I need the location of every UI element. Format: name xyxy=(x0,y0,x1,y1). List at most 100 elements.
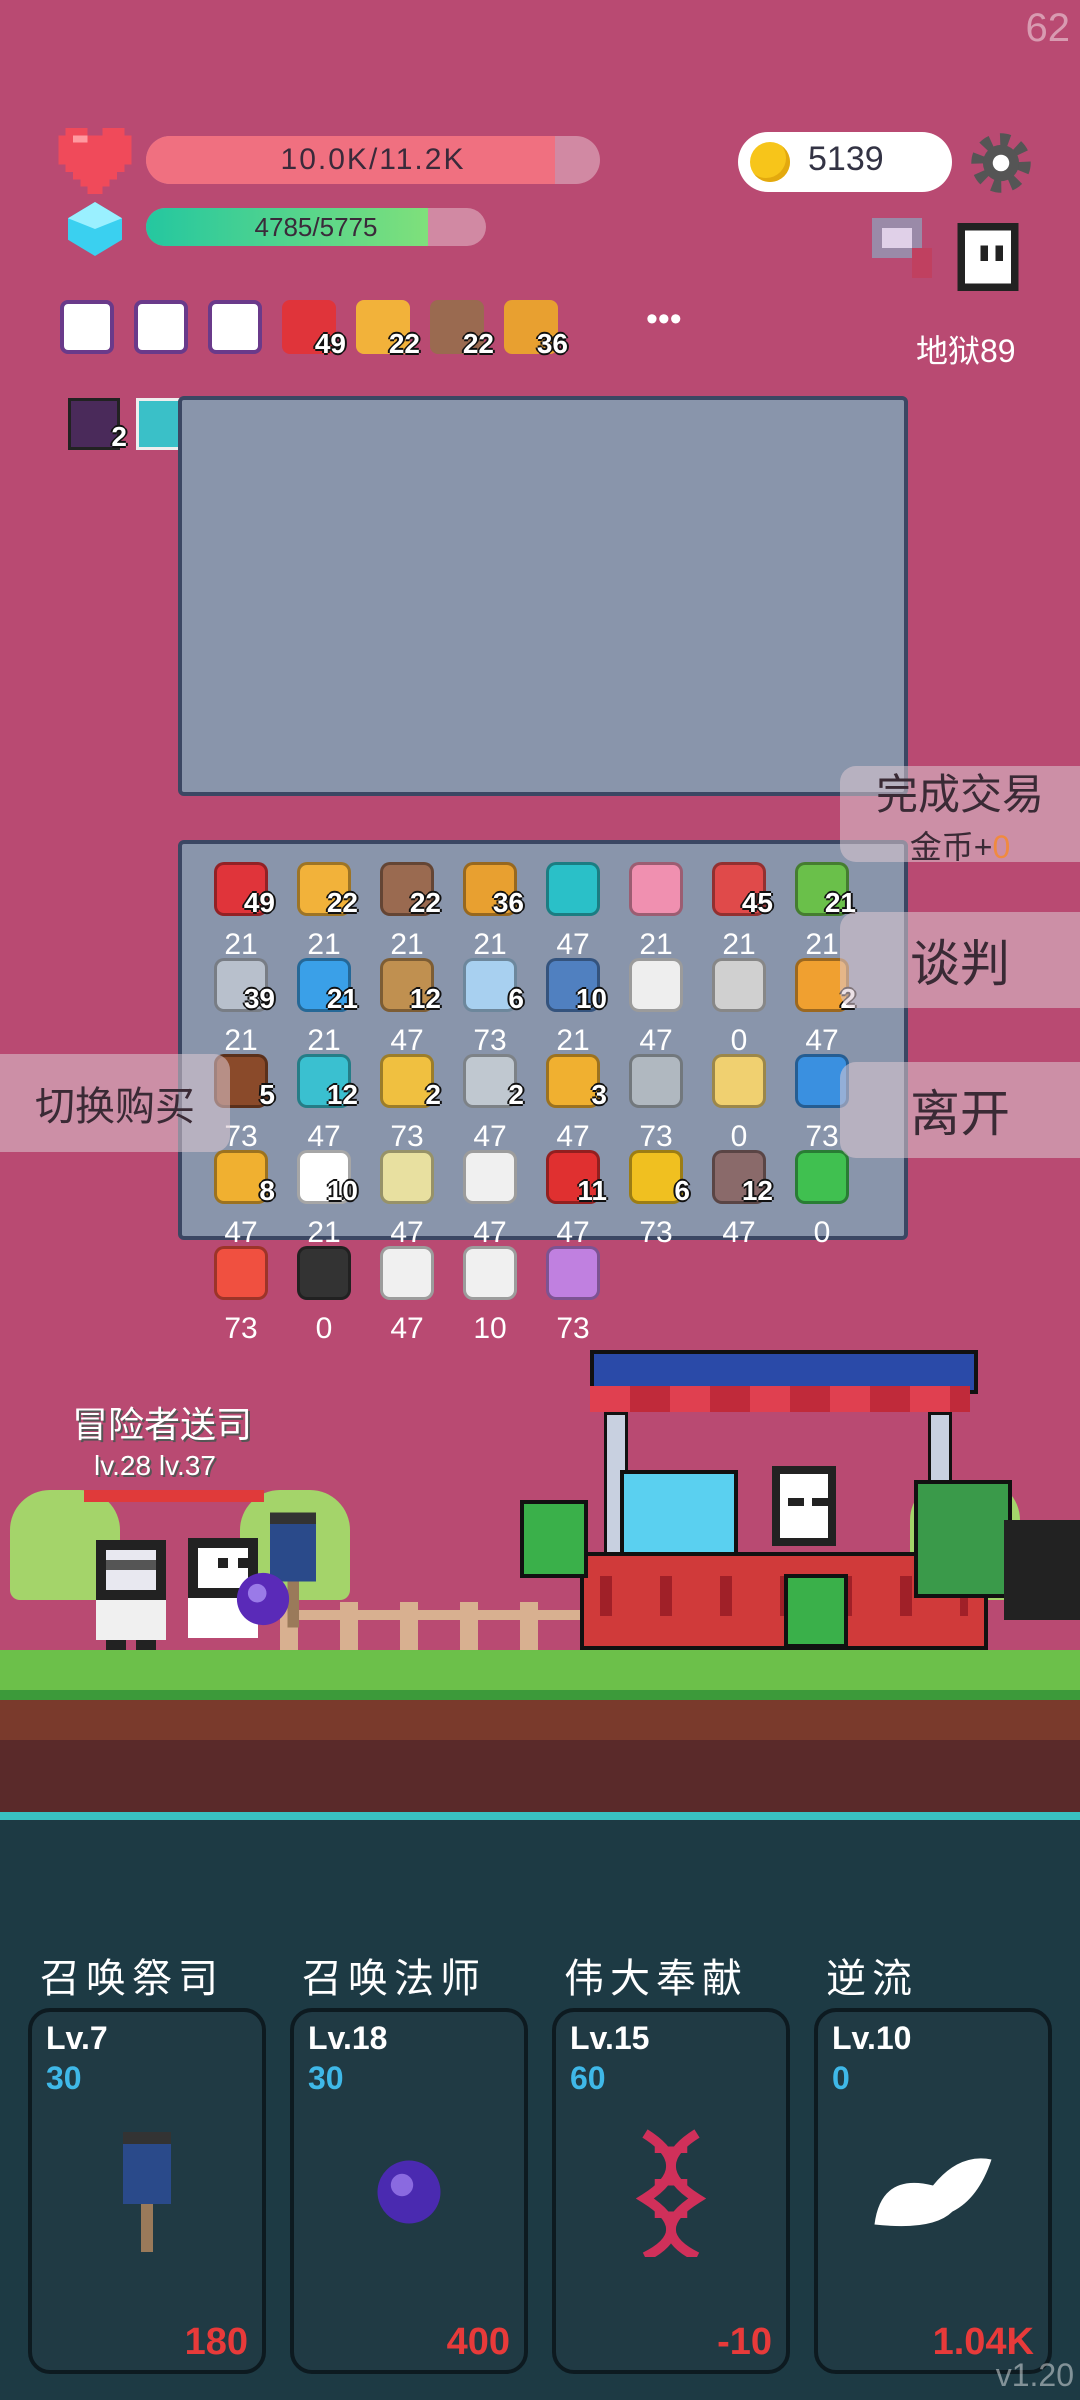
gold-reward-prefix: 金币+ xyxy=(909,828,993,865)
gold-reward-value: 0 xyxy=(992,828,1011,865)
item-price: 47 xyxy=(639,1024,673,1057)
bat-icon xyxy=(297,1246,351,1300)
watermelon-icon: 45 xyxy=(712,862,773,918)
shop-item[interactable]: 6 73 xyxy=(455,958,525,1058)
skill-value: 400 xyxy=(446,2321,510,2363)
shop-item[interactable]: 73 xyxy=(538,1246,608,1346)
item-count: 11 xyxy=(577,1175,607,1206)
item-price: 47 xyxy=(473,1216,507,1249)
beer-icon: 22 xyxy=(297,862,358,918)
item-count: 2 xyxy=(425,1079,441,1110)
negotiate-button[interactable]: 谈判 xyxy=(840,912,1080,1008)
axe-icon: 2 xyxy=(463,1054,524,1110)
skill-value: 180 xyxy=(184,2321,248,2363)
water-surface xyxy=(0,1812,1080,1820)
item-count: 8 xyxy=(259,1175,275,1206)
shop-item[interactable]: 12 47 xyxy=(372,958,442,1058)
switch-buy-button[interactable]: 切换购买 xyxy=(0,1054,230,1152)
item-count: 49 xyxy=(243,887,275,918)
mace-icon xyxy=(712,958,766,1012)
flower-icon: 10 xyxy=(297,1150,358,1206)
shop-item[interactable]: 0 xyxy=(787,1150,857,1250)
shop-item[interactable]: 0 xyxy=(704,1054,774,1154)
compass-icon xyxy=(629,1054,683,1108)
item-price: 21 xyxy=(224,1024,258,1057)
item-count: 45 xyxy=(741,887,773,918)
leave-button[interactable]: 离开 xyxy=(840,1062,1080,1158)
item-price: 21 xyxy=(307,928,341,961)
shop-item[interactable]: 6 73 xyxy=(621,1150,691,1250)
shop-item[interactable]: 12 47 xyxy=(704,1150,774,1250)
item-price: 73 xyxy=(556,1312,590,1345)
skill-card[interactable]: Lv.7 30 180 xyxy=(28,2008,266,2374)
item-price: 47 xyxy=(805,1024,839,1057)
party-hp-bar xyxy=(84,1490,264,1502)
cart-sign-left xyxy=(520,1500,588,1578)
pineapple-icon: 8 xyxy=(214,1150,275,1206)
shop-item[interactable]: 3 47 xyxy=(538,1054,608,1154)
skill-name-row: 召唤祭司 召唤法师 伟大奉献 逆流 xyxy=(0,1946,1080,2006)
shop-item[interactable]: 2 73 xyxy=(372,1054,442,1154)
item-count: 10 xyxy=(326,1175,358,1206)
shop-item[interactable]: 73 xyxy=(621,1054,691,1154)
dice-icon xyxy=(463,1246,517,1300)
shop-item[interactable]: 47 xyxy=(372,1150,442,1250)
skill-card[interactable]: Lv.18 30 400 xyxy=(290,2008,528,2374)
shop-item[interactable]: 10 21 xyxy=(538,958,608,1058)
item-price: 21 xyxy=(307,1024,341,1057)
skill-card-row: Lv.7 30 180 Lv.18 30 400 Lv.15 60 -10 Lv.10 0 1.04K xyxy=(0,2008,1080,2380)
sword-icon: 39 xyxy=(214,958,275,1014)
shop-item[interactable]: 39 21 xyxy=(206,958,276,1058)
banner-icon xyxy=(32,2112,262,2272)
cards-icon xyxy=(629,958,683,1012)
shop-item[interactable]: 49 21 xyxy=(206,862,276,962)
skill-card[interactable]: Lv.15 60 -10 xyxy=(552,2008,790,2374)
item-count: 39 xyxy=(243,983,275,1014)
item-count: 2 xyxy=(508,1079,524,1110)
speech-bubble-icon: 21 xyxy=(297,958,358,1014)
shop-item[interactable]: 73 xyxy=(206,1246,276,1346)
scroll-icon: 3 xyxy=(546,1054,607,1110)
party-level-label: lv.28 lv.37 xyxy=(94,1450,216,1481)
item-count: 3 xyxy=(591,1079,607,1110)
skill-name: 逆流 xyxy=(826,1957,918,2001)
shop-item[interactable]: 45 21 xyxy=(704,862,774,962)
shop-item[interactable]: 47 xyxy=(455,1150,525,1250)
apple-icon: 49 xyxy=(214,862,275,918)
potion-icon: 21 xyxy=(795,862,856,918)
shop-item[interactable]: 10 xyxy=(455,1246,525,1346)
item-price: 21 xyxy=(473,928,507,961)
shop-item[interactable]: 11 47 xyxy=(538,1150,608,1250)
shop-item[interactable]: 0 xyxy=(704,958,774,1058)
shop-item[interactable]: 0 xyxy=(289,1246,359,1346)
item-price: 21 xyxy=(224,928,258,961)
purple-orb-icon xyxy=(294,2112,524,2272)
skill-name: 召唤祭司 xyxy=(40,1957,224,2001)
complete-trade-button[interactable]: 完成交易 金币+0 xyxy=(840,766,1080,865)
shop-item[interactable]: 8 47 xyxy=(206,1150,276,1250)
merchant-ghost-sprite xyxy=(772,1466,836,1546)
shop-item[interactable]: 47 xyxy=(621,958,691,1058)
item-price: 0 xyxy=(730,1120,748,1153)
item-price: 21 xyxy=(556,1024,590,1057)
fruit-icon: 6 xyxy=(629,1150,690,1206)
shop-item[interactable]: 36 21 xyxy=(455,862,525,962)
item-price: 47 xyxy=(307,1120,341,1153)
ice-cream-icon xyxy=(629,862,683,916)
skill-card[interactable]: Lv.10 0 1.04K xyxy=(814,2008,1052,2374)
shop-item[interactable]: 21 21 xyxy=(289,958,359,1058)
item-count: 22 xyxy=(409,887,441,918)
shop-item[interactable]: 47 xyxy=(372,1246,442,1346)
gold-reward: 金币+0 xyxy=(910,822,1011,868)
shop-item[interactable]: 22 21 xyxy=(289,862,359,962)
shop-item[interactable]: 22 21 xyxy=(372,862,442,962)
skill-cost: 60 xyxy=(570,2060,606,2096)
skill-level: Lv.10 xyxy=(832,2020,912,2056)
green-robot-sprite xyxy=(914,1480,1012,1598)
shop-item[interactable]: 10 21 xyxy=(289,1150,359,1250)
shop-item[interactable]: 21 xyxy=(621,862,691,962)
shop-item[interactable]: 47 xyxy=(538,862,608,962)
shop-item[interactable]: 247 xyxy=(455,1054,525,1154)
shop-item[interactable]: 12 47 xyxy=(289,1054,359,1154)
item-price: 21 xyxy=(722,928,756,961)
